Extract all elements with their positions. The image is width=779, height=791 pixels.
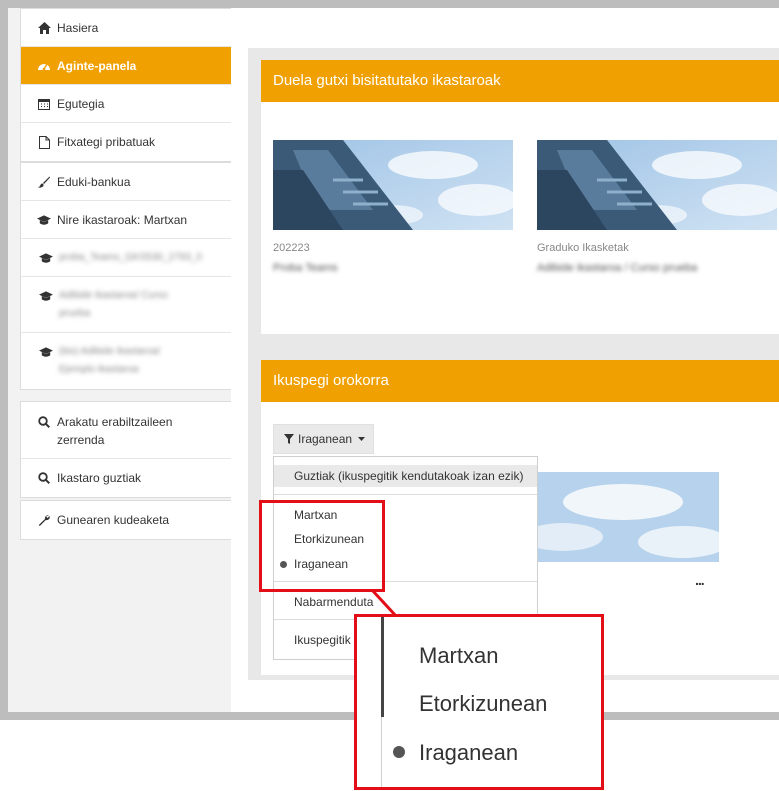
caret-down-icon [358,437,366,441]
search-icon [37,471,51,485]
nav-group-admin: Gunearen kudeaketa [20,500,232,540]
sidebar-item-home[interactable]: Hasiera [21,9,231,47]
sidebar-item-label: Arakatu erabiltzaileen zerrenda [57,415,173,447]
sidebar-item-course[interactable]: Adibide ikastaroa/ Curso prueba [21,277,231,333]
filter-dropdown-button[interactable]: Iraganean [273,424,374,454]
search-icon [37,415,51,429]
course-category: 202223 [273,242,310,254]
course-image[interactable] [537,140,777,230]
home-icon [37,21,51,35]
sidebar-item-course[interactable]: proba_Teams_GKS530_2793_0 [21,239,231,277]
recent-courses-block: Duela gutxi bisitatutako ikastaroak 2022… [261,60,779,334]
zoom-divider [381,617,384,717]
graduation-cap-icon [39,251,53,265]
course-card[interactable]: 202223 Proba Teams [273,140,513,274]
more-options-icon[interactable]: ... [695,572,705,588]
sidebar-item-dashboard[interactable]: Aginte-panela [21,47,231,85]
block-title: Ikuspegi orokorra [261,360,779,402]
sidebar-item-private-files[interactable]: Fitxategi pribatuak [21,123,231,161]
sidebar-item-label: proba_Teams_GKS530_2793_0 [59,252,202,263]
course-name[interactable]: Proba Teams [273,262,513,274]
graduation-cap-icon [39,345,53,359]
zoom-item-past: Iraganean [419,740,519,765]
nav-group-main: Hasiera Aginte-panela Egutegia Fitxategi… [20,8,232,162]
sidebar-item-label: Gunearen kudeaketa [57,513,170,527]
nav-group-content: Eduki-bankua Nire ikastaroak: Martxan pr… [20,162,232,390]
sidebar: Hasiera Aginte-panela Egutegia Fitxategi… [8,8,232,712]
main-content: Duela gutxi bisitatutako ikastaroak 2022… [231,8,779,712]
dropdown-divider [274,494,537,495]
filter-label: Iraganean [298,432,353,446]
sidebar-item-label: Fitxategi pribatuak [57,135,156,149]
nav-group-search: Arakatu erabiltzaileen zerrenda Ikastaro… [20,401,232,498]
highlight-box [259,500,385,592]
sidebar-item-label: (bis) Adibide ikastaroa/ Ejemplo ikastar… [59,346,161,375]
zoom-callout: Martxan Etorkizunean Iraganean [354,614,604,790]
dropdown-item-all[interactable]: Guztiak (ikuspegitik kendutakoak izan ez… [274,465,537,487]
course-image[interactable] [273,140,513,230]
zoom-item-future: Etorkizunean [419,691,548,716]
graduation-cap-icon [37,213,51,227]
sidebar-item-all-courses[interactable]: Ikastaro guztiak [21,459,231,497]
sidebar-item-label: Eduki-bankua [57,175,131,189]
selected-dot-icon [393,746,405,758]
graduation-cap-icon [39,289,53,303]
sidebar-item-calendar[interactable]: Egutegia [21,85,231,123]
course-card[interactable]: Graduko Ikasketak Adibide ikastaroa / Cu… [537,140,777,274]
course-category: Graduko Ikasketak [537,242,629,254]
zoom-item-inprogress: Martxan [419,643,499,668]
sidebar-item-content-bank[interactable]: Eduki-bankua [21,163,231,201]
sidebar-item-course[interactable]: (bis) Adibide ikastaroa/ Ejemplo ikastar… [21,333,231,389]
filter-icon [284,434,294,444]
wrench-icon [37,513,51,527]
sidebar-item-browse-users[interactable]: Arakatu erabiltzaileen zerrenda [21,402,231,459]
sidebar-item-label: Ikastaro guztiak [57,471,142,485]
sidebar-item-my-courses[interactable]: Nire ikastaroak: Martxan [21,201,231,239]
calendar-icon [37,97,51,111]
sidebar-item-label: Aginte-panela [57,59,137,73]
block-title: Duela gutxi bisitatutako ikastaroak [261,60,779,102]
dashboard-icon [37,59,51,73]
sidebar-item-label: Adibide ikastaroa/ Curso prueba [59,290,168,319]
course-image[interactable] [523,472,719,562]
paint-brush-icon [37,175,51,189]
file-icon [37,135,51,149]
sidebar-item-label: Nire ikastaroak: Martxan [57,213,188,227]
sidebar-item-label: Hasiera [57,21,99,35]
sidebar-item-site-admin[interactable]: Gunearen kudeaketa [21,501,231,539]
sidebar-item-label: Egutegia [57,97,105,111]
course-name[interactable]: Adibide ikastaroa / Curso prueba [537,262,777,274]
zoom-divider [381,717,382,787]
